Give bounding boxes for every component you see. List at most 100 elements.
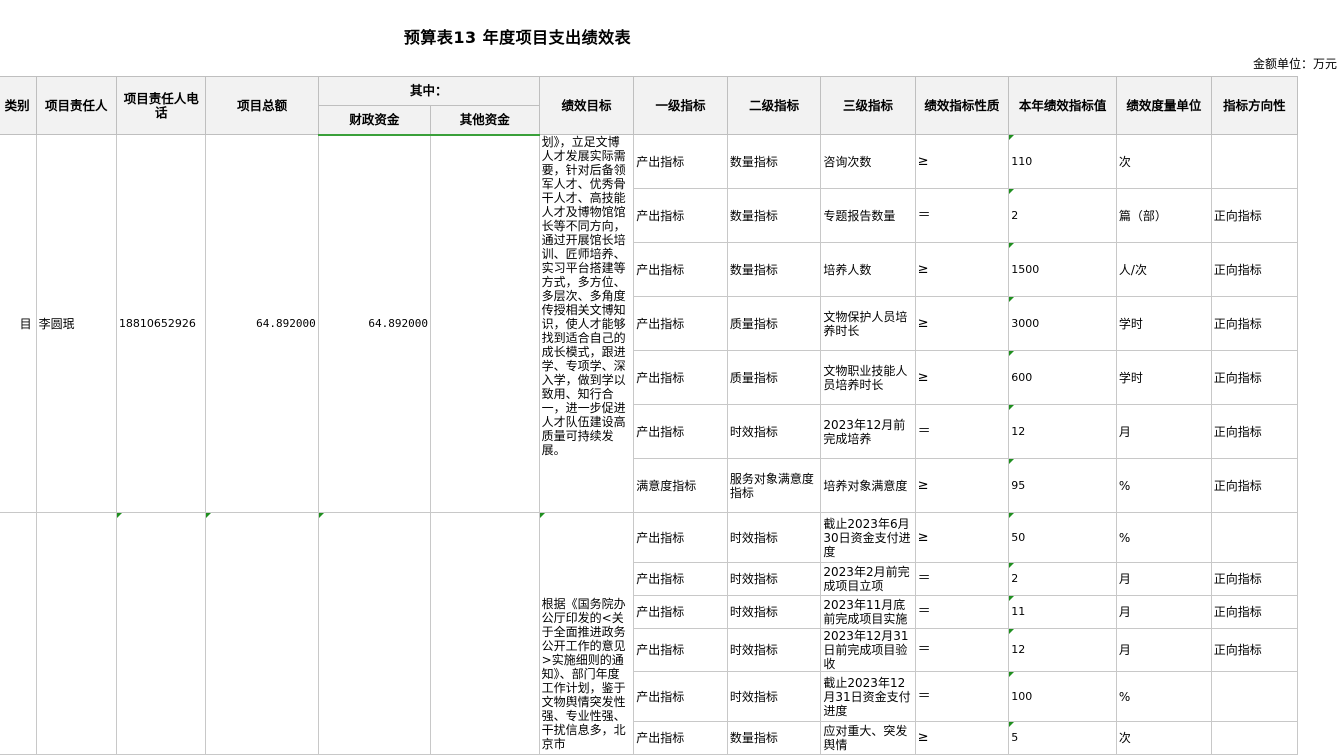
- nature-cell[interactable]: ＝: [914, 562, 1010, 596]
- value-cell[interactable]: 5: [1008, 721, 1117, 755]
- nature-cell[interactable]: ≥: [914, 296, 1010, 351]
- fiscal-cell[interactable]: 64.892000: [317, 134, 431, 513]
- total-cell[interactable]: [205, 512, 319, 755]
- measure-unit-cell[interactable]: %: [1115, 458, 1212, 513]
- level3-cell[interactable]: 文物保护人员培养时长: [820, 296, 916, 351]
- level1-cell[interactable]: 产出指标: [633, 671, 728, 722]
- measure-unit-cell[interactable]: 篇（部）: [1115, 188, 1212, 243]
- owner-cell[interactable]: 李圆珉: [35, 134, 117, 513]
- measure-unit-cell[interactable]: 月: [1115, 562, 1212, 596]
- nature-cell[interactable]: ＝: [914, 595, 1010, 629]
- value-cell[interactable]: 95: [1008, 458, 1117, 513]
- category-cell[interactable]: [0, 512, 37, 755]
- measure-unit-cell[interactable]: 月: [1115, 404, 1212, 459]
- value-cell[interactable]: 2: [1008, 188, 1117, 243]
- direction-cell[interactable]: [1210, 671, 1299, 722]
- measure-unit-cell[interactable]: 学时: [1115, 296, 1212, 351]
- level3-cell[interactable]: 截止2023年12月31日资金支付进度: [820, 671, 916, 722]
- level2-cell[interactable]: 数量指标: [726, 188, 822, 243]
- other-cell[interactable]: [429, 512, 540, 755]
- category-cell[interactable]: 目: [0, 134, 37, 513]
- measure-unit-cell[interactable]: %: [1115, 671, 1212, 722]
- nature-cell[interactable]: ＝: [914, 671, 1010, 722]
- nature-cell[interactable]: ≥: [914, 242, 1010, 297]
- level2-cell[interactable]: 质量指标: [726, 296, 822, 351]
- measure-unit-cell[interactable]: 次: [1115, 134, 1212, 189]
- nature-cell[interactable]: ＝: [914, 628, 1010, 672]
- level3-cell[interactable]: 2023年12月31日前完成项目验收: [820, 628, 916, 672]
- direction-cell[interactable]: 正向指标: [1210, 595, 1299, 629]
- level2-cell[interactable]: 时效指标: [726, 562, 822, 596]
- phone-cell[interactable]: [115, 512, 207, 755]
- value-cell[interactable]: 12: [1008, 628, 1117, 672]
- nature-cell[interactable]: ＝: [914, 188, 1010, 243]
- direction-cell[interactable]: 正向指标: [1210, 350, 1299, 405]
- level2-cell[interactable]: 时效指标: [726, 512, 822, 563]
- level1-cell[interactable]: 产出指标: [633, 350, 728, 405]
- level3-cell[interactable]: 2023年12月前完成培养: [820, 404, 916, 459]
- nature-cell[interactable]: ≥: [914, 350, 1010, 405]
- level1-cell[interactable]: 产出指标: [633, 296, 728, 351]
- level2-cell[interactable]: 数量指标: [726, 134, 822, 189]
- level1-cell[interactable]: 产出指标: [633, 512, 728, 563]
- level1-cell[interactable]: 产出指标: [633, 721, 728, 755]
- measure-unit-cell[interactable]: %: [1115, 512, 1212, 563]
- measure-unit-cell[interactable]: 人/次: [1115, 242, 1212, 297]
- nature-cell[interactable]: ≥: [914, 458, 1010, 513]
- level1-cell[interactable]: 产出指标: [633, 404, 728, 459]
- direction-cell[interactable]: 正向指标: [1210, 458, 1299, 513]
- direction-cell[interactable]: 正向指标: [1210, 188, 1299, 243]
- goal-cell[interactable]: 划》，立足文博人才发展实际需要，针对后备领军人才、优秀骨干人才、高技能人才及博物…: [538, 134, 635, 513]
- level3-cell[interactable]: 培养对象满意度: [820, 458, 916, 513]
- level1-cell[interactable]: 产出指标: [633, 595, 728, 629]
- nature-cell[interactable]: ≥: [914, 134, 1010, 189]
- fiscal-cell[interactable]: [317, 512, 431, 755]
- nature-cell[interactable]: ≥: [914, 512, 1010, 563]
- level2-cell[interactable]: 时效指标: [726, 671, 822, 722]
- value-cell[interactable]: 50: [1008, 512, 1117, 563]
- direction-cell[interactable]: 正向指标: [1210, 404, 1299, 459]
- phone-cell[interactable]: 18810652926: [115, 134, 207, 513]
- value-cell[interactable]: 11: [1008, 595, 1117, 629]
- nature-cell[interactable]: ≥: [914, 721, 1010, 755]
- level1-cell[interactable]: 产出指标: [633, 242, 728, 297]
- value-cell[interactable]: 600: [1008, 350, 1117, 405]
- value-cell[interactable]: 3000: [1008, 296, 1117, 351]
- level3-cell[interactable]: 咨询次数: [820, 134, 916, 189]
- level3-cell[interactable]: 文物职业技能人员培养时长: [820, 350, 916, 405]
- level3-cell[interactable]: 截止2023年6月30日资金支付进度: [820, 512, 916, 563]
- value-cell[interactable]: 100: [1008, 671, 1117, 722]
- level3-cell[interactable]: 专题报告数量: [820, 188, 916, 243]
- direction-cell[interactable]: 正向指标: [1210, 242, 1299, 297]
- level2-cell[interactable]: 质量指标: [726, 350, 822, 405]
- owner-cell[interactable]: [35, 512, 117, 755]
- total-cell[interactable]: 64.892000: [205, 134, 319, 513]
- measure-unit-cell[interactable]: 月: [1115, 628, 1212, 672]
- level1-cell[interactable]: 满意度指标: [633, 458, 728, 513]
- value-cell[interactable]: 2: [1008, 562, 1117, 596]
- level1-cell[interactable]: 产出指标: [633, 562, 728, 596]
- direction-cell[interactable]: [1210, 512, 1299, 563]
- direction-cell[interactable]: 正向指标: [1210, 562, 1299, 596]
- level2-cell[interactable]: 时效指标: [726, 595, 822, 629]
- direction-cell[interactable]: [1210, 721, 1299, 755]
- level1-cell[interactable]: 产出指标: [633, 134, 728, 189]
- goal-cell[interactable]: 根据《国务院办公厅印发的<关于全面推进政务公开工作的意见>实施细则的通知》、部门…: [538, 512, 635, 755]
- level3-cell[interactable]: 2023年11月底前完成项目实施: [820, 595, 916, 629]
- level2-cell[interactable]: 服务对象满意度指标: [726, 458, 822, 513]
- level2-cell[interactable]: 时效指标: [726, 628, 822, 672]
- level3-cell[interactable]: 应对重大、突发舆情: [820, 721, 916, 755]
- direction-cell[interactable]: 正向指标: [1210, 296, 1299, 351]
- direction-cell[interactable]: 正向指标: [1210, 628, 1299, 672]
- direction-cell[interactable]: [1210, 134, 1299, 189]
- level3-cell[interactable]: 2023年2月前完成项目立项: [820, 562, 916, 596]
- measure-unit-cell[interactable]: 次: [1115, 721, 1212, 755]
- value-cell[interactable]: 110: [1008, 134, 1117, 189]
- level1-cell[interactable]: 产出指标: [633, 188, 728, 243]
- level2-cell[interactable]: 数量指标: [726, 242, 822, 297]
- nature-cell[interactable]: ＝: [914, 404, 1010, 459]
- measure-unit-cell[interactable]: 月: [1115, 595, 1212, 629]
- level2-cell[interactable]: 数量指标: [726, 721, 822, 755]
- level1-cell[interactable]: 产出指标: [633, 628, 728, 672]
- measure-unit-cell[interactable]: 学时: [1115, 350, 1212, 405]
